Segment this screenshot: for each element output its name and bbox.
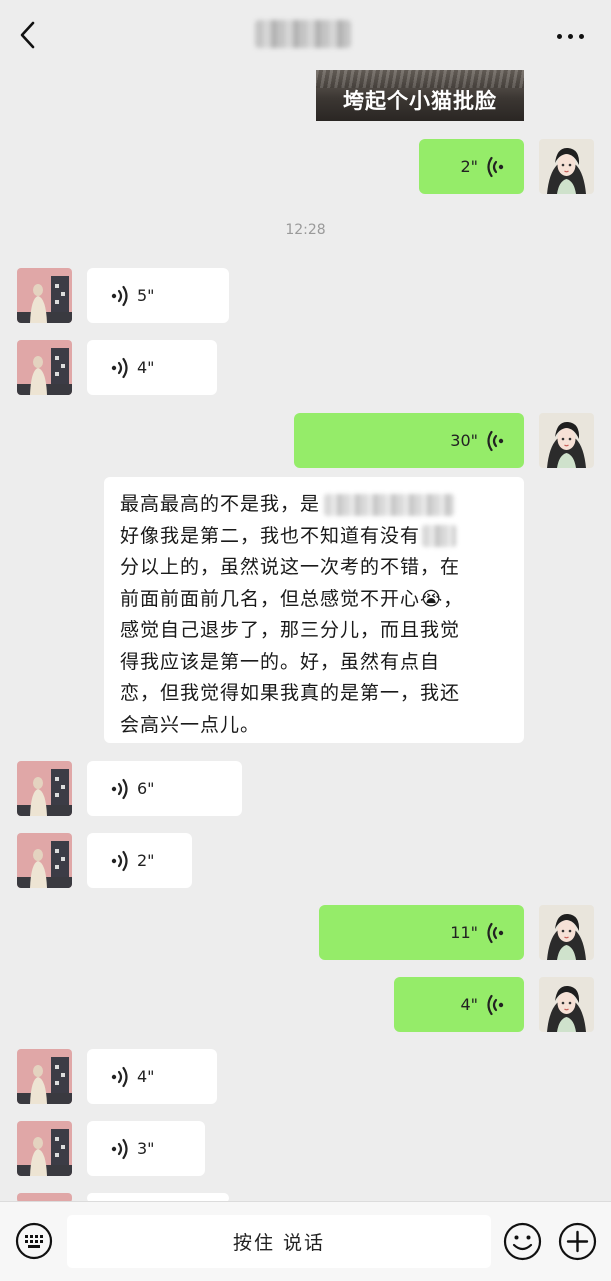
crying-emoji-icon: 😭 (420, 587, 444, 610)
voice-duration: 4" (137, 358, 155, 377)
voice-message[interactable]: 6" (87, 761, 242, 816)
chat-title (255, 20, 351, 48)
avatar-other[interactable] (17, 761, 72, 816)
chevron-left-icon[interactable] (14, 18, 44, 52)
voice-message[interactable]: 4" (394, 977, 524, 1032)
voice-in-icon (111, 357, 128, 378)
voice-message[interactable]: 2" (87, 833, 192, 888)
voice-duration: 4" (137, 1067, 155, 1086)
text-line: 好像我是第二，我也不知道有没有 (120, 521, 510, 553)
voice-transcription-text[interactable]: 最高最高的不是我，是 好像我是第二，我也不知道有没有 分以上的，虽然说这一次考的… (104, 477, 524, 743)
text-line: 前面前面前几名，但总感觉不开心😭， (120, 587, 464, 610)
voice-in-icon (111, 1066, 128, 1087)
redacted-text (324, 493, 455, 516)
voice-duration: 5" (137, 286, 155, 305)
text-line: 会高兴一点儿。 (120, 713, 261, 736)
text-line: 恋，但我觉得如果我真的是第一，我还 (120, 682, 461, 704)
text-line: 得我应该是第一的。好，虽然有点自 (120, 650, 441, 673)
avatar-me[interactable] (539, 977, 594, 1032)
avatar-other[interactable] (17, 268, 72, 323)
voice-in-icon (111, 778, 128, 799)
avatar-me[interactable] (539, 413, 594, 468)
avatar-other[interactable] (17, 1121, 72, 1176)
voice-message[interactable]: 11" (319, 905, 524, 960)
smiley-icon[interactable] (503, 1222, 542, 1261)
voice-duration: 6" (137, 779, 155, 798)
voice-duration: 4" (460, 995, 478, 1014)
hold-to-talk-button[interactable]: 按住 说话 (67, 1215, 491, 1268)
voice-out-icon (487, 430, 504, 451)
image-message[interactable]: 垮起个小猫批脸 (316, 70, 524, 121)
timestamp: 12:28 (285, 222, 326, 238)
avatar-me[interactable] (539, 905, 594, 960)
text-line: 分以上的，虽然说这一次考的不错，在 (120, 556, 461, 578)
voice-message[interactable]: 2" (419, 139, 524, 194)
text-line: 感觉自己退步了，那三分儿，而且我觉 (120, 619, 461, 641)
avatar-other[interactable] (17, 833, 72, 888)
input-bar: 按住 说话 (0, 1201, 611, 1281)
voice-duration: 2" (137, 851, 155, 870)
voice-in-icon (111, 1138, 128, 1159)
voice-out-icon (487, 922, 504, 943)
voice-message[interactable]: 30" (294, 413, 524, 468)
voice-message[interactable]: 5" (87, 268, 229, 323)
voice-in-icon (111, 285, 128, 306)
voice-duration: 2" (460, 157, 478, 176)
voice-duration: 3" (137, 1139, 155, 1158)
plus-circle-icon[interactable] (558, 1222, 597, 1261)
text-line: 最高最高的不是我，是 (120, 489, 510, 521)
avatar-me[interactable] (539, 139, 594, 194)
voice-out-icon (487, 156, 504, 177)
top-bar (0, 0, 611, 70)
voice-duration: 11" (450, 923, 478, 942)
voice-duration: 30" (450, 431, 478, 450)
image-caption: 垮起个小猫批脸 (343, 89, 497, 113)
redacted-text (422, 525, 457, 547)
keyboard-icon[interactable] (15, 1222, 53, 1260)
voice-message[interactable]: 4" (87, 1049, 217, 1104)
voice-out-icon (487, 994, 504, 1015)
voice-message[interactable]: 4" (87, 340, 217, 395)
voice-message[interactable]: 3" (87, 1121, 205, 1176)
avatar-other[interactable] (17, 340, 72, 395)
avatar-other[interactable] (17, 1049, 72, 1104)
voice-in-icon (111, 850, 128, 871)
more-dots-icon[interactable] (554, 22, 588, 50)
